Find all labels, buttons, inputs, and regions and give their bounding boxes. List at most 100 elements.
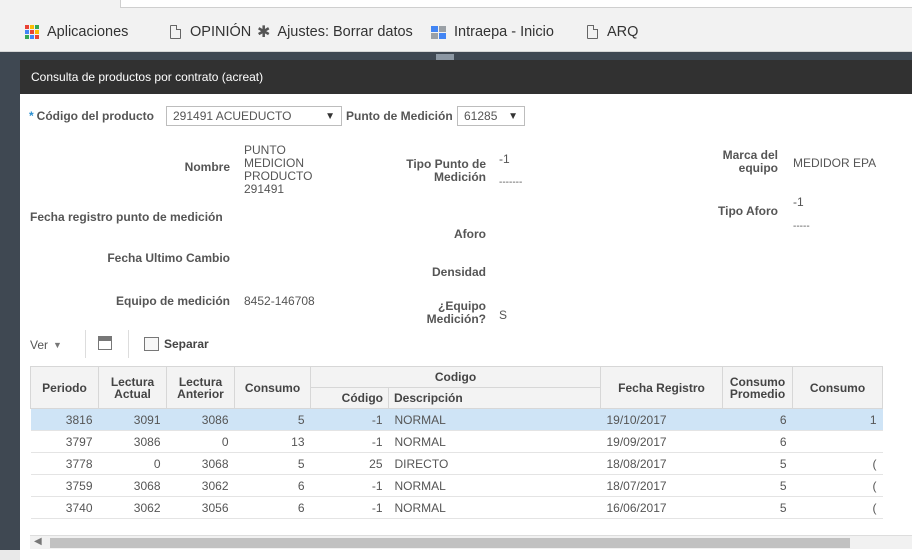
bookmark-arq[interactable]: ARQ	[587, 22, 638, 42]
ver-label: Ver	[30, 338, 49, 352]
cell-lectura-actual: 3091	[98, 408, 167, 431]
required-icon: *	[29, 109, 34, 123]
consumption-table: Periodo Lectura Actual Lectura Anterior …	[30, 366, 883, 519]
apps-grid-icon	[25, 25, 39, 39]
cell-descripcion: NORMAL	[388, 474, 601, 497]
fecha-registro-label: Fecha registro punto de medición	[30, 210, 223, 224]
cell-consumo-2: (	[792, 496, 883, 519]
scrollbar-thumb[interactable]	[50, 538, 850, 548]
nombre-value: PUNTO MEDICION PRODUCTO 291491	[244, 143, 313, 196]
horizontal-scrollbar[interactable]: ◀	[30, 535, 912, 549]
col-header-consumo-2[interactable]: Consumo	[792, 366, 883, 409]
separar-label: Separar	[164, 337, 209, 351]
cell-fecha-registro: 18/07/2017	[600, 474, 723, 497]
tipo-aforo-value: -1	[793, 195, 804, 209]
tipo-punto-desc: -------	[499, 177, 523, 188]
table-row[interactable]: 3740 3062 3056 6 -1 NORMAL 16/06/2017 5 …	[30, 496, 883, 519]
nombre-label: Nombre	[184, 160, 230, 174]
cell-consumo: 6	[234, 474, 311, 497]
cell-periodo: 3797	[30, 430, 99, 453]
col-group-codigo: Codigo	[310, 366, 601, 388]
equipo-medicion-question-label: ¿Equipo Medición?	[426, 299, 486, 326]
detach-icon	[144, 337, 159, 351]
cell-fecha-registro: 19/10/2017	[600, 408, 723, 431]
scroll-left-icon[interactable]: ◀	[34, 536, 42, 547]
cell-consumo-promedio: 5	[722, 452, 793, 475]
document-icon	[587, 25, 598, 39]
col-header-consumo-promedio[interactable]: Consumo Promedio	[722, 366, 793, 409]
cell-periodo: 3816	[30, 408, 99, 431]
intraepa-icon	[431, 25, 446, 39]
equipo-medicion-value: 8452-146708	[244, 294, 315, 308]
cell-descripcion: DIRECTO	[388, 452, 601, 475]
product-query-dialog: Consulta de productos por contrato (acre…	[20, 60, 912, 560]
cell-descripcion: NORMAL	[388, 430, 601, 453]
cell-codigo: -1	[310, 496, 389, 519]
freeze-columns-icon[interactable]	[98, 336, 112, 350]
col-header-lectura-anterior[interactable]: Lectura Anterior	[166, 366, 235, 409]
equipo-medicion-question-value: S	[499, 308, 508, 322]
cell-consumo-promedio: 6	[722, 408, 793, 431]
toolbar-divider	[128, 330, 129, 358]
cell-lectura-actual: 0	[98, 452, 167, 475]
fecha-ultimo-cambio-label: Fecha Ultimo Cambio	[107, 251, 230, 265]
tipo-aforo-desc: -----	[793, 221, 810, 232]
bookmark-opinion[interactable]: OPINIÓN	[170, 22, 251, 42]
col-header-lectura-actual[interactable]: Lectura Actual	[98, 366, 167, 409]
cell-codigo: -1	[310, 408, 389, 431]
tipo-punto-value: -1	[499, 152, 510, 166]
gear-icon: ✱	[257, 24, 271, 41]
col-header-fecha-registro[interactable]: Fecha Registro	[600, 366, 723, 409]
bookmark-ajustes[interactable]: ✱ Ajustes: Borrar datos	[257, 22, 413, 42]
cell-fecha-registro: 16/06/2017	[600, 496, 723, 519]
cell-lectura-actual: 3068	[98, 474, 167, 497]
table-row[interactable]: 3797 3086 0 13 -1 NORMAL 19/09/2017 6	[30, 430, 883, 453]
bookmark-label: Ajustes: Borrar datos	[277, 24, 413, 40]
document-icon	[170, 25, 181, 39]
cell-consumo: 5	[234, 452, 311, 475]
table-row[interactable]: 3816 3091 3086 5 -1 NORMAL 19/10/2017 6 …	[30, 408, 883, 431]
marca-equipo-value: MEDIDOR EPA	[793, 156, 877, 170]
col-header-descripcion[interactable]: Descripción	[388, 387, 601, 409]
cell-lectura-actual: 3062	[98, 496, 167, 519]
separar-button[interactable]: Separar	[144, 334, 209, 354]
col-header-periodo[interactable]: Periodo	[30, 366, 99, 409]
table-row[interactable]: 3778 0 3068 5 25 DIRECTO 18/08/2017 5 (	[30, 452, 883, 475]
cell-codigo: 25	[310, 452, 389, 475]
codigo-producto-label: * Código del producto	[29, 109, 154, 123]
cell-periodo: 3778	[30, 452, 99, 475]
aforo-label: Aforo	[454, 227, 486, 241]
ver-menu[interactable]: Ver ▼	[30, 335, 62, 355]
equipo-medicion-label: Equipo de medición	[115, 294, 230, 308]
chevron-down-icon[interactable]: ▼	[325, 111, 335, 122]
bookmark-aplicaciones[interactable]: Aplicaciones	[25, 22, 128, 42]
col-header-codigo[interactable]: Código	[310, 387, 389, 409]
dialog-title-bar: Consulta de productos por contrato (acre…	[20, 60, 912, 94]
tipo-punto-label: Tipo Punto de Medición	[406, 157, 486, 184]
cell-lectura-anterior: 0	[166, 430, 235, 453]
cell-consumo: 5	[234, 408, 311, 431]
cell-consumo-promedio: 5	[722, 496, 793, 519]
chevron-down-icon[interactable]: ▼	[508, 111, 518, 122]
cell-periodo: 3740	[30, 496, 99, 519]
densidad-label: Densidad	[431, 265, 486, 279]
cell-fecha-registro: 18/08/2017	[600, 452, 723, 475]
dialog-title: Consulta de productos por contrato (acre…	[31, 70, 264, 84]
cell-descripcion: NORMAL	[388, 408, 601, 431]
marca-equipo-label: Marca del equipo	[722, 148, 778, 175]
cell-lectura-actual: 3086	[98, 430, 167, 453]
codigo-producto-select[interactable]: 291491 ACUEDUCTO ▼	[166, 106, 342, 126]
tipo-aforo-label: Tipo Aforo	[718, 204, 778, 218]
cell-consumo-2: (	[792, 474, 883, 497]
punto-medicion-value: 61285	[464, 109, 498, 123]
bookmark-label: ARQ	[607, 24, 639, 40]
table-row[interactable]: 3759 3068 3062 6 -1 NORMAL 18/07/2017 5 …	[30, 474, 883, 497]
cell-consumo: 6	[234, 496, 311, 519]
col-header-consumo[interactable]: Consumo	[234, 366, 311, 409]
bookmark-intraepa[interactable]: Intraepa - Inicio	[431, 22, 554, 42]
cell-consumo-2: 1	[792, 408, 883, 431]
address-bar-edge	[120, 0, 912, 8]
punto-medicion-select[interactable]: 61285 ▼	[457, 106, 525, 126]
cell-consumo-2	[792, 430, 883, 453]
cell-codigo: -1	[310, 430, 389, 453]
